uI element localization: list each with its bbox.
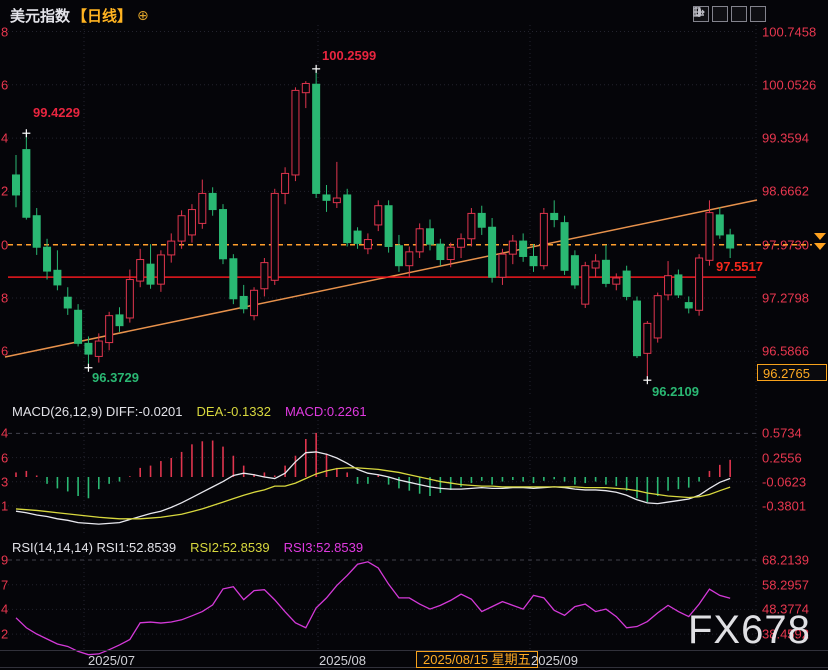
period-tag: 【日线】 [72,5,132,26]
chart-toolbar [693,6,766,22]
chart-window: 美元指数 【日线】 ⊕ 100.7458100.052699.359498.66… [0,0,828,670]
x-axis-zoom-icon[interactable] [712,6,728,22]
exit-chart-icon[interactable] [750,6,766,22]
instrument-title: 美元指数 [10,5,70,26]
y-axis-zoom-icon[interactable] [731,6,747,22]
price-marker-overlay [0,0,828,670]
watermark: FX678 [688,608,811,653]
expand-icon[interactable]: ⊕ [137,7,149,24]
titlebar: 美元指数 【日线】 ⊕ [10,5,149,26]
